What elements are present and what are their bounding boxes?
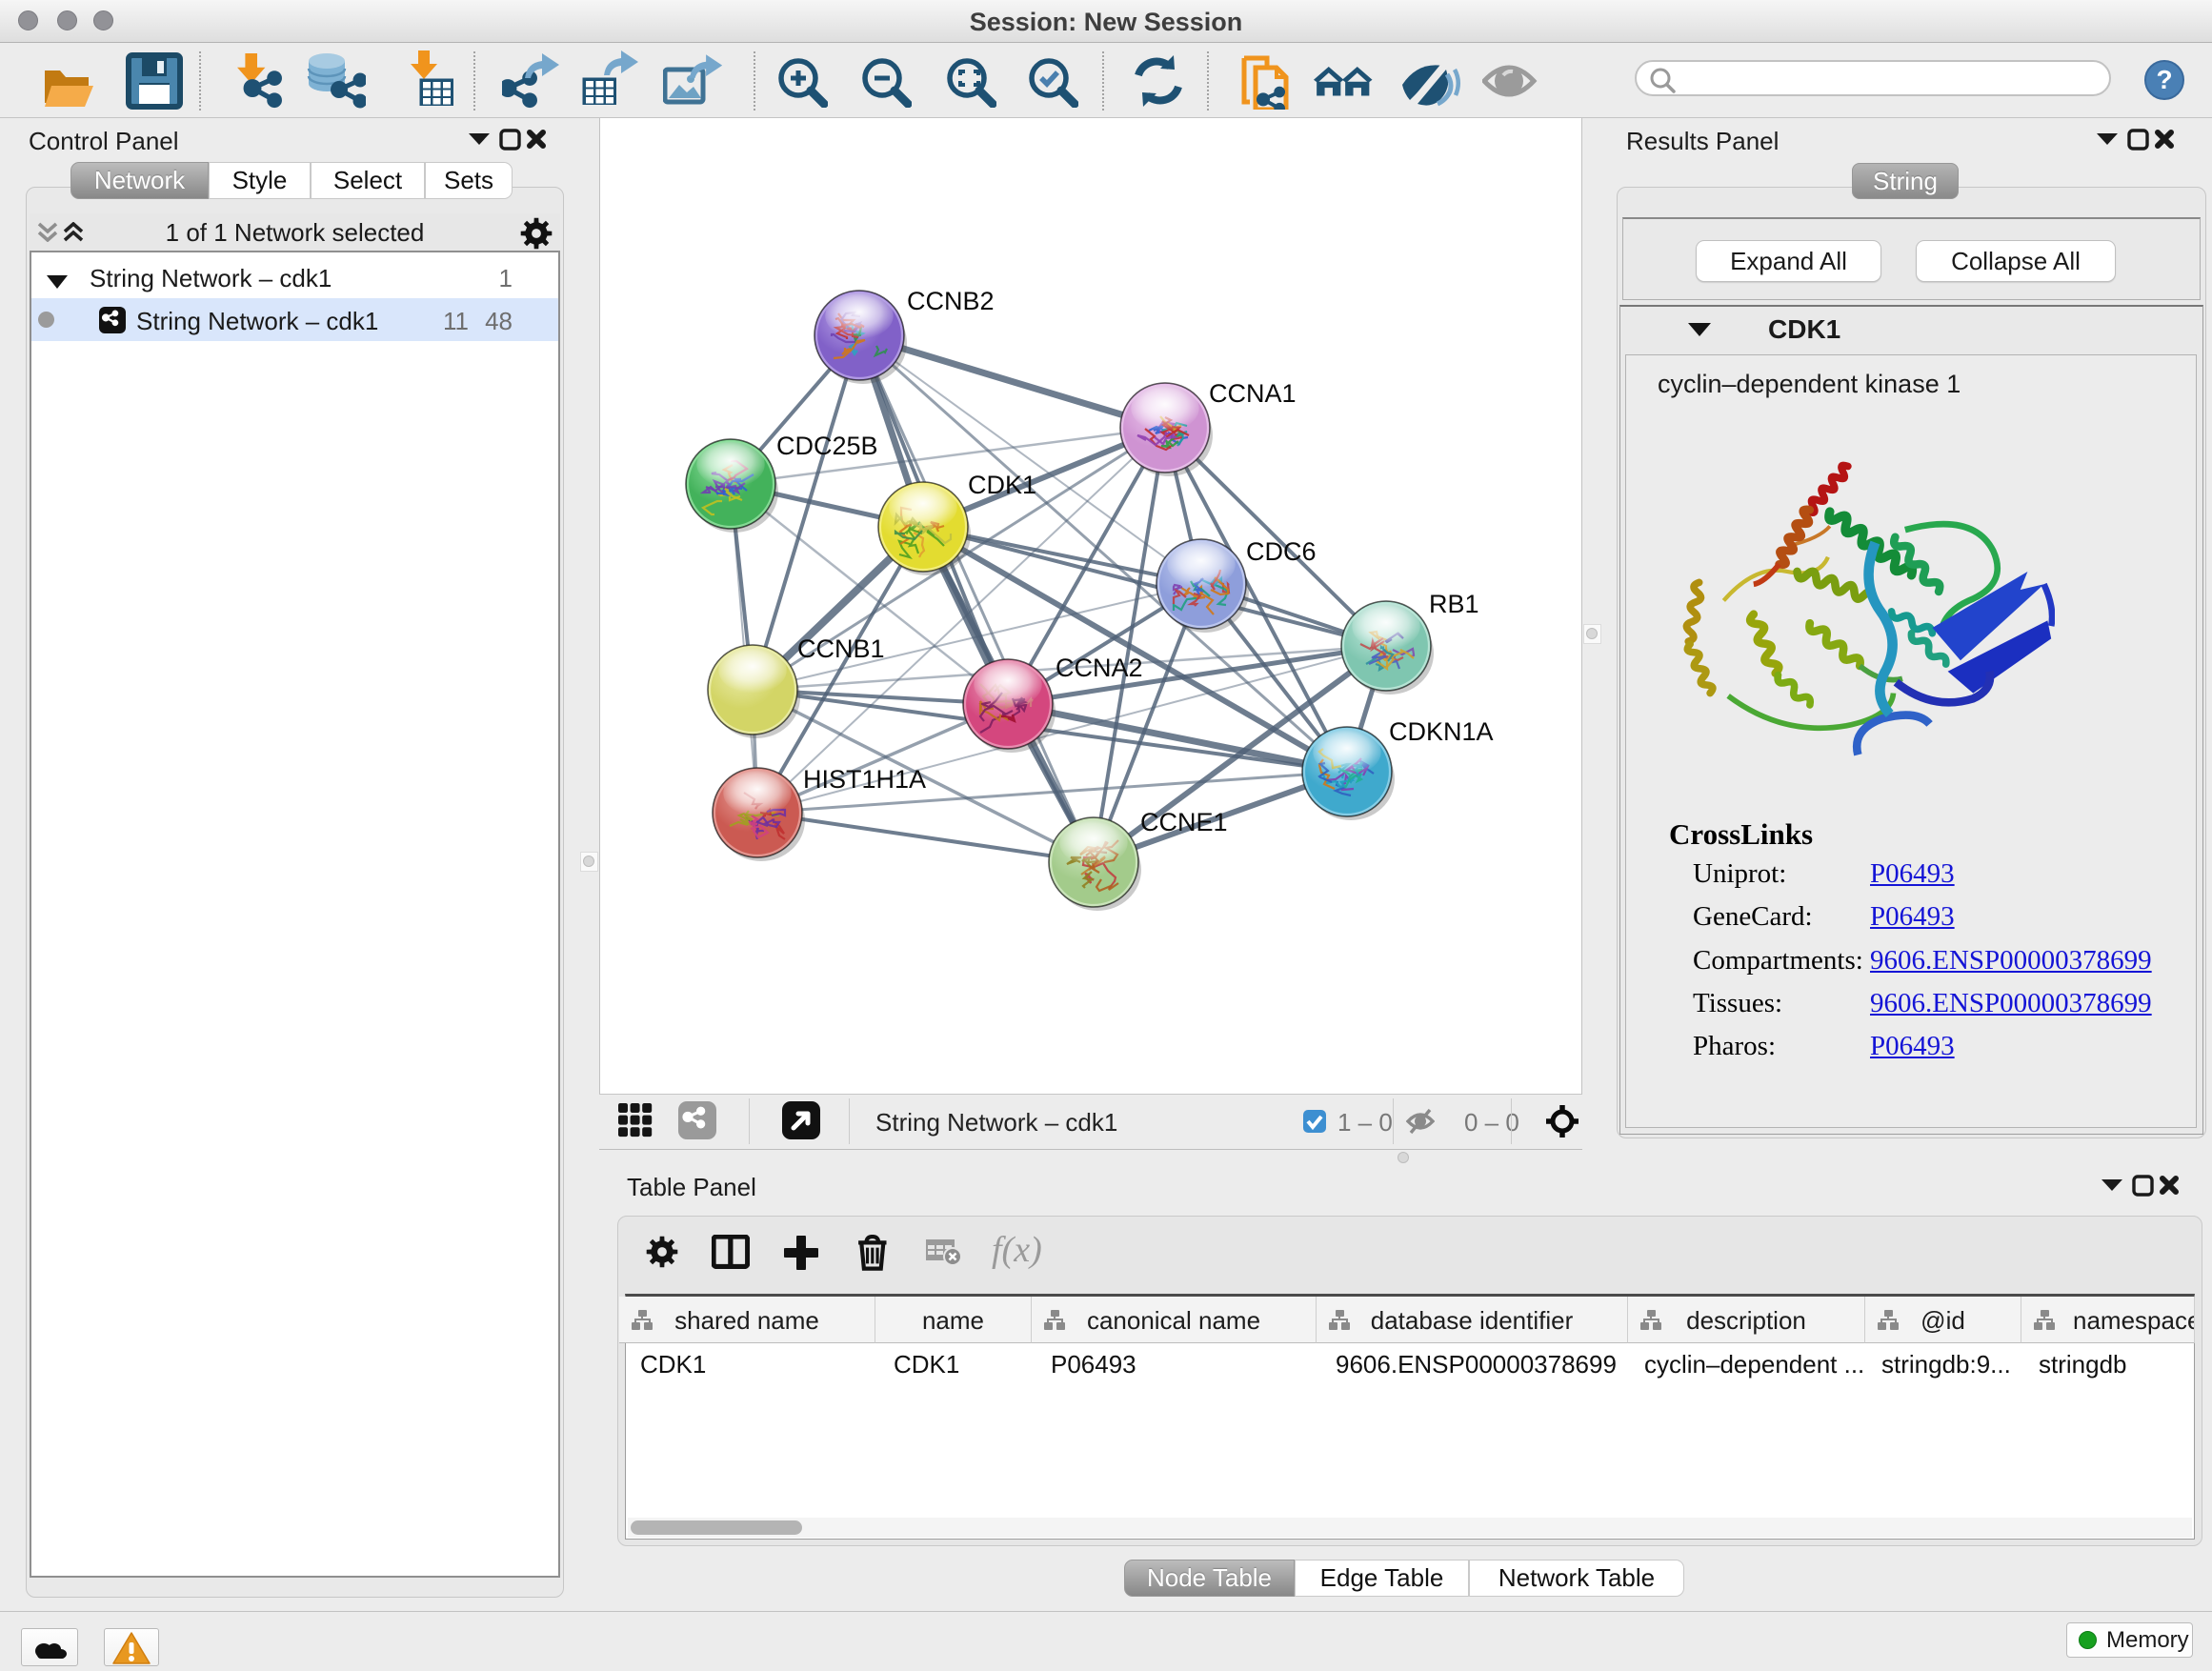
svg-text:?: ?	[2156, 65, 2172, 94]
